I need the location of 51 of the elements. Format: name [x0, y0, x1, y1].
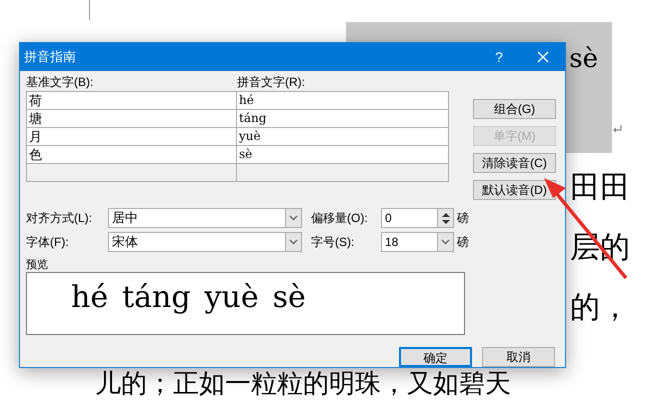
dropdown-arrow-button[interactable]: [437, 233, 453, 251]
spin-field[interactable]: 0: [381, 208, 454, 228]
ruby-text-label: 拼音文字(R):: [237, 74, 305, 91]
caret-icon: [441, 239, 450, 245]
dropdown-field[interactable]: 居中: [108, 208, 302, 228]
field-value: 0: [384, 210, 393, 227]
base-text-cell[interactable]: 塘: [27, 110, 236, 127]
dropdown-arrow-button[interactable]: [285, 233, 301, 251]
unit-label: 磅: [457, 210, 469, 227]
ruby-text: sè: [569, 43, 598, 76]
unit-label: 磅: [457, 234, 469, 251]
field-label: 对齐方式(L):: [26, 210, 93, 227]
up-arrow-icon: [442, 212, 450, 216]
field-label: 字号(S):: [311, 234, 356, 251]
document-text: 田田: [570, 170, 630, 206]
caret-icon: [289, 215, 298, 221]
field-value: 18: [384, 234, 400, 251]
base-text-cell[interactable]: 月: [27, 128, 236, 145]
preview-ruby: hé: [71, 281, 108, 315]
ruby-text-cell[interactable]: yuè: [237, 128, 448, 145]
field-label: 偏移量(O):: [311, 210, 369, 227]
document-text: 的，: [570, 290, 630, 326]
dialog-button[interactable]: 取消: [482, 347, 555, 367]
window-title: 拼音指南: [24, 48, 77, 66]
down-arrow-icon: [442, 220, 450, 224]
dropdown-value: 宋体: [111, 233, 139, 252]
paragraph-mark-icon: [613, 125, 622, 133]
dropdown-value: 居中: [111, 209, 139, 228]
preview-ruby: yuè: [204, 281, 259, 315]
side-button[interactable]: 默认读音(D): [473, 180, 556, 200]
field-label: 字体(F):: [26, 234, 70, 251]
side-button[interactable]: 清除读音(C): [473, 153, 556, 173]
base-text-label: 基准文字(B):: [26, 74, 94, 91]
dropdown-arrow-button[interactable]: [285, 209, 301, 227]
ruby-text-cell[interactable]: hé: [237, 92, 448, 109]
side-button[interactable]: 组合(G): [473, 99, 556, 119]
dialog-button[interactable]: 确定: [399, 347, 472, 367]
base-text-cell[interactable]: 荷: [27, 92, 236, 109]
document-text: 儿的；正如一粒粒的明珠，又如碧天: [95, 368, 511, 401]
preview-ruby: táng: [122, 281, 191, 315]
help-button[interactable]: ?: [477, 43, 521, 71]
base-text-cell[interactable]: 色: [27, 146, 236, 163]
dropdown-field[interactable]: 宋体: [108, 232, 302, 252]
spin-buttons[interactable]: [437, 209, 453, 227]
preview-label: 预览: [25, 258, 49, 272]
ruby-text-cell[interactable]: sè: [237, 146, 448, 163]
dropdown-field[interactable]: 18: [381, 232, 454, 252]
close-icon: [537, 51, 549, 63]
ruby-text-cell[interactable]: táng: [237, 110, 448, 127]
caret-icon: [289, 239, 298, 245]
preview-ruby: sè: [272, 281, 306, 315]
